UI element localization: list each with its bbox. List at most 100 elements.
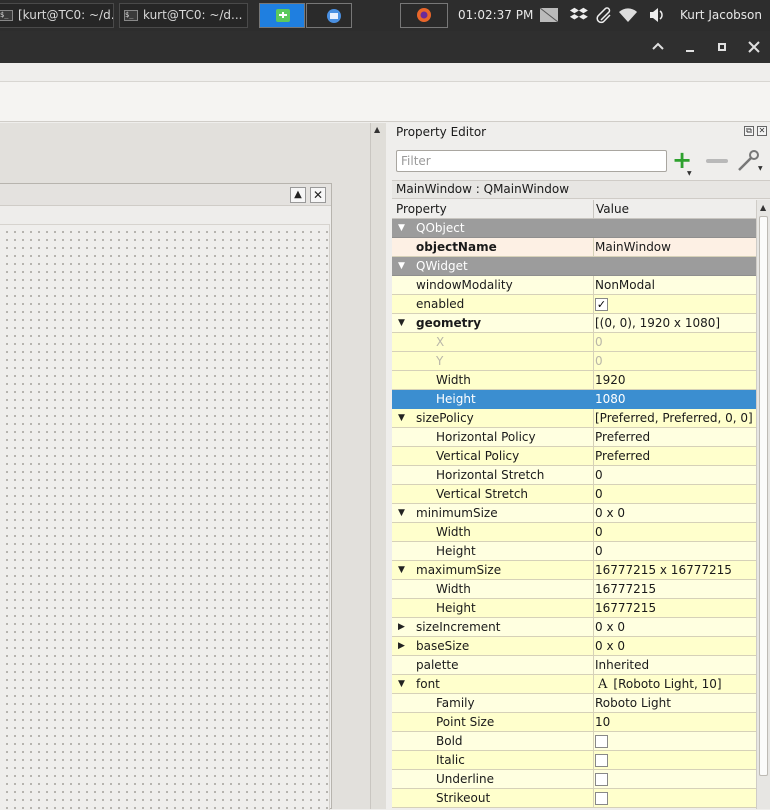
user-name[interactable]: Kurt Jacobson <box>680 8 762 22</box>
taskbar-app-2[interactable] <box>306 3 352 28</box>
property-value[interactable]: 0 x 0 <box>595 637 625 655</box>
add-property-button[interactable]: + ▼ <box>672 148 694 177</box>
property-value[interactable]: 10 <box>595 713 610 731</box>
property-row[interactable]: Y0 <box>392 352 756 371</box>
property-row[interactable]: objectName MainWindow <box>392 238 756 257</box>
property-value[interactable]: Inherited <box>595 656 649 674</box>
expand-arrow-down-icon[interactable]: ▼ <box>398 504 405 522</box>
property-value[interactable]: 0 <box>595 542 603 560</box>
taskbar-task-terminal-2[interactable]: $_ kurt@TC0: ~/d... <box>119 3 248 28</box>
taskbar-app-firefox[interactable] <box>400 3 448 28</box>
property-row[interactable]: Width 0 <box>392 523 756 542</box>
property-checkbox[interactable] <box>595 792 608 805</box>
scroll-up-arrow-icon[interactable]: ▲ <box>760 203 766 212</box>
scrollbar-thumb[interactable] <box>759 216 768 776</box>
property-row[interactable]: Height 16777215 <box>392 599 756 618</box>
property-value[interactable]: 1920 <box>595 371 626 389</box>
expand-arrow-down-icon[interactable]: ▼ <box>398 219 405 237</box>
property-row[interactable]: ▼ font A [Roboto Light, 10] <box>392 675 756 694</box>
property-checkbox[interactable] <box>595 754 608 767</box>
property-row[interactable]: ▼ QWidget <box>392 257 756 276</box>
property-value[interactable]: 0 <box>595 352 603 370</box>
property-row[interactable]: ▼ maximumSize 16777215 x 16777215 <box>392 561 756 580</box>
taskbar-app-qtdesigner[interactable] <box>259 3 305 28</box>
property-row[interactable]: X0 <box>392 333 756 352</box>
property-row[interactable]: Bold <box>392 732 756 751</box>
property-row[interactable]: Height 0 <box>392 542 756 561</box>
property-row[interactable]: Vertical Stretch 0 <box>392 485 756 504</box>
property-value[interactable]: Roboto Light <box>595 694 671 712</box>
property-row[interactable]: ▶ baseSize 0 x 0 <box>392 637 756 656</box>
header-property[interactable]: Property <box>396 202 447 216</box>
expand-arrow-right-icon[interactable]: ▶ <box>398 637 405 655</box>
property-row[interactable]: Family Roboto Light <box>392 694 756 713</box>
property-row[interactable]: windowModality NonModal <box>392 276 756 295</box>
property-value[interactable]: 16777215 <box>595 580 656 598</box>
expand-arrow-down-icon[interactable]: ▼ <box>398 409 405 427</box>
form-window-titlebar[interactable]: ▲ ✕ <box>0 184 331 206</box>
expand-arrow-down-icon[interactable]: ▼ <box>398 257 405 275</box>
header-value[interactable]: Value <box>596 202 629 216</box>
mdi-scrollbar[interactable]: ▲ <box>370 123 386 809</box>
property-row[interactable]: Underline <box>392 770 756 789</box>
property-row[interactable]: Point Size 10 <box>392 713 756 732</box>
form-canvas[interactable] <box>0 224 330 810</box>
expand-arrow-down-icon[interactable]: ▼ <box>398 675 405 693</box>
scroll-up-arrow-icon[interactable]: ▲ <box>374 125 380 134</box>
minimize-icon[interactable] <box>681 38 699 56</box>
paperclip-icon[interactable] <box>595 6 615 26</box>
property-row[interactable]: ▼ geometry [(0, 0), 1920 x 1080] <box>392 314 756 333</box>
workspace-icon[interactable] <box>539 6 559 26</box>
dock-close-button[interactable]: ✕ <box>757 126 767 136</box>
property-value[interactable]: 0 <box>595 466 603 484</box>
remove-property-button[interactable] <box>706 159 728 163</box>
property-row[interactable]: Height 1080 <box>392 390 756 409</box>
dock-float-button[interactable]: ⧉ <box>744 126 754 136</box>
property-row[interactable]: Width 16777215 <box>392 580 756 599</box>
property-value[interactable]: 0 <box>595 485 603 503</box>
chevron-up-icon[interactable] <box>649 38 667 56</box>
configure-button[interactable]: ▼ <box>736 149 763 173</box>
wifi-icon[interactable] <box>618 6 638 26</box>
property-value[interactable]: NonModal <box>595 276 655 294</box>
property-value[interactable]: 1080 <box>595 390 626 408</box>
property-value[interactable]: MainWindow <box>595 238 671 256</box>
form-close-button[interactable]: ✕ <box>310 187 326 203</box>
form-restore-button[interactable]: ▲ <box>290 187 306 203</box>
property-row[interactable]: Italic <box>392 751 756 770</box>
property-value[interactable]: [(0, 0), 1920 x 1080] <box>595 314 720 332</box>
property-checkbox[interactable]: ✓ <box>595 298 608 311</box>
property-row[interactable]: Strikeout <box>392 789 756 808</box>
taskbar-task-terminal-1[interactable]: $_ [kurt@TC0: ~/d... <box>0 3 114 28</box>
filter-input[interactable] <box>396 150 667 172</box>
property-checkbox[interactable] <box>595 773 608 786</box>
property-value[interactable]: Preferred <box>595 428 650 446</box>
property-value[interactable]: 16777215 <box>595 599 656 617</box>
dropbox-icon[interactable] <box>569 6 589 26</box>
expand-arrow-down-icon[interactable]: ▼ <box>398 314 405 332</box>
property-value[interactable]: 0 x 0 <box>595 618 625 636</box>
property-value[interactable]: A [Roboto Light, 10] <box>595 675 722 694</box>
property-checkbox[interactable] <box>595 735 608 748</box>
property-value[interactable]: Preferred <box>595 447 650 465</box>
property-value[interactable]: 0 <box>595 333 603 351</box>
maximize-icon[interactable] <box>713 38 731 56</box>
property-row[interactable]: ▶ sizeIncrement 0 x 0 <box>392 618 756 637</box>
property-value[interactable]: 0 x 0 <box>595 504 625 522</box>
property-row[interactable]: Width 1920 <box>392 371 756 390</box>
volume-icon[interactable] <box>647 6 667 26</box>
property-row[interactable]: Vertical Policy Preferred <box>392 447 756 466</box>
property-row[interactable]: Horizontal Policy Preferred <box>392 428 756 447</box>
property-value[interactable]: 0 <box>595 523 603 541</box>
property-row[interactable]: ▼ QObject <box>392 219 756 238</box>
clock[interactable]: 01:02:37 PM <box>458 8 533 22</box>
expand-arrow-right-icon[interactable]: ▶ <box>398 618 405 636</box>
property-row[interactable]: Horizontal Stretch 0 <box>392 466 756 485</box>
property-table-scrollbar[interactable]: ▲ <box>756 200 770 809</box>
close-icon[interactable] <box>745 38 763 56</box>
property-value[interactable]: [Preferred, Preferred, 0, 0] <box>595 409 753 427</box>
property-row[interactable]: ▼ minimumSize 0 x 0 <box>392 504 756 523</box>
expand-arrow-down-icon[interactable]: ▼ <box>398 561 405 579</box>
property-row[interactable]: ▼ sizePolicy [Preferred, Preferred, 0, 0] <box>392 409 756 428</box>
property-row[interactable]: enabled ✓ <box>392 295 756 314</box>
